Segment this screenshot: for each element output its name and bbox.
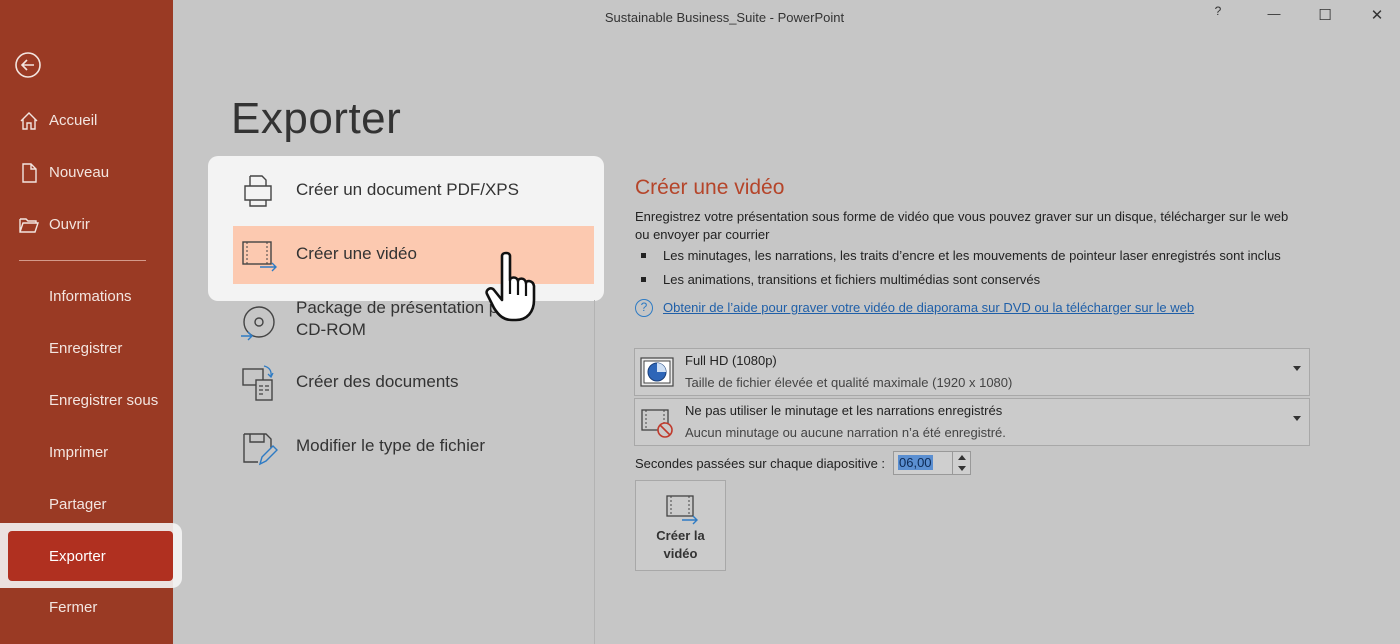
sidebar-divider bbox=[19, 260, 146, 261]
seconds-input[interactable]: 06,00 bbox=[893, 451, 953, 475]
bullet-dot bbox=[641, 253, 646, 258]
back-arrow-icon[interactable] bbox=[14, 51, 42, 79]
sidebar-item-label: Exporter bbox=[49, 547, 106, 565]
sidebar-item-partager[interactable]: Partager bbox=[0, 484, 173, 524]
sidebar-item-fermer[interactable]: Fermer bbox=[0, 587, 173, 627]
option-create-handouts[interactable]: Créer des documents bbox=[236, 358, 596, 408]
dropdown-sub-text: Aucun minutage ou aucune narration n’a é… bbox=[685, 425, 1006, 440]
sidebar-item-enregistrer[interactable]: Enregistrer bbox=[0, 328, 173, 368]
bullet-text: Les minutages, les narrations, les trait… bbox=[663, 248, 1281, 263]
sidebar-item-label: Nouveau bbox=[49, 163, 110, 181]
new-document-icon bbox=[22, 163, 37, 183]
sidebar-item-informations[interactable]: Informations bbox=[0, 276, 173, 316]
home-icon bbox=[20, 112, 38, 130]
change-file-type-icon bbox=[243, 433, 278, 466]
create-video-button[interactable]: Créer la vidéo bbox=[635, 480, 726, 571]
pdf-document-icon bbox=[244, 175, 272, 207]
option-label: Créer des documents bbox=[296, 372, 459, 391]
detail-description: Enregistrez votre présentation sous form… bbox=[635, 209, 1289, 242]
option-package-cd[interactable]: Package de présentation pour CD-ROM bbox=[236, 296, 596, 346]
video-icon bbox=[242, 241, 277, 272]
option-create-video[interactable]: Créer une vidéo bbox=[236, 230, 596, 280]
sidebar-item-label: Informations bbox=[49, 287, 132, 305]
video-quality-dropdown[interactable]: Full HD (1080p) Taille de fichier élevée… bbox=[634, 348, 1310, 396]
dropdown-arrow-icon bbox=[1293, 366, 1301, 371]
sidebar-item-label: Imprimer bbox=[49, 443, 109, 461]
sidebar-item-enregistrer-sous[interactable]: Enregistrer sous bbox=[0, 380, 173, 420]
video-icon bbox=[666, 495, 698, 525]
timing-dropdown[interactable]: Ne pas utiliser le minutage et les narra… bbox=[634, 398, 1310, 446]
page-title: Exporter bbox=[231, 94, 402, 143]
cd-rom-icon bbox=[241, 306, 275, 341]
sidebar-item-label: Enregistrer bbox=[49, 339, 123, 357]
window-title: Sustainable Business_Suite - PowerPoint bbox=[604, 10, 845, 25]
option-label: Créer un document PDF/XPS bbox=[296, 180, 519, 199]
detail-title: Créer une vidéo bbox=[635, 176, 785, 199]
option-change-file-type[interactable]: Modifier le type de fichier bbox=[236, 422, 596, 472]
sidebar-item-accueil[interactable]: Accueil bbox=[0, 100, 173, 140]
sidebar-item-label: Enregistrer sous bbox=[49, 391, 159, 409]
panel-divider bbox=[594, 300, 595, 644]
hand-pointer-cursor-icon bbox=[485, 251, 536, 322]
sidebar-item-nouveau[interactable]: Nouveau bbox=[0, 152, 173, 192]
sidebar-item-ouvrir[interactable]: Ouvrir bbox=[0, 204, 173, 244]
dropdown-arrow-icon bbox=[1293, 416, 1301, 421]
spin-up-icon[interactable] bbox=[958, 455, 966, 460]
maximize-button[interactable]: ☐ bbox=[1313, 6, 1337, 30]
seconds-label: Secondes passées sur chaque diapositive … bbox=[635, 456, 886, 471]
spin-down-icon[interactable] bbox=[958, 466, 966, 471]
help-link-text[interactable]: Obtenir de l’aide pour graver votre vidé… bbox=[663, 300, 1194, 315]
sidebar-item-label: Partager bbox=[49, 495, 107, 513]
dropdown-sub-text: Taille de fichier élevée et qualité maxi… bbox=[685, 375, 1013, 390]
dropdown-main-text: Full HD (1080p) bbox=[685, 353, 777, 368]
sidebar-item-label: Fermer bbox=[49, 598, 98, 616]
handouts-icon bbox=[242, 365, 274, 401]
dropdown-main-text: Ne pas utiliser le minutage et les narra… bbox=[685, 403, 1003, 418]
sidebar-item-exporter[interactable]: Exporter bbox=[0, 536, 173, 576]
close-button[interactable]: ✕ bbox=[1365, 6, 1389, 30]
seconds-value: 06,00 bbox=[898, 455, 933, 470]
folder-open-icon bbox=[19, 218, 39, 233]
help-circle-icon: ? bbox=[635, 299, 653, 317]
sidebar-item-label: Accueil bbox=[49, 111, 98, 129]
create-video-label: Créer la vidéo bbox=[656, 528, 705, 561]
seconds-spinner[interactable] bbox=[952, 451, 971, 475]
sidebar-item-label: Ouvrir bbox=[49, 215, 90, 233]
no-timing-icon bbox=[641, 409, 673, 438]
help-button[interactable]: ? bbox=[1208, 4, 1228, 28]
presentation-quality-icon bbox=[640, 357, 674, 387]
bullet-text: Les animations, transitions et fichiers … bbox=[663, 272, 1041, 287]
option-label: Créer une vidéo bbox=[296, 244, 417, 263]
sidebar-item-imprimer[interactable]: Imprimer bbox=[0, 432, 173, 472]
minimize-button[interactable]: — bbox=[1262, 6, 1286, 30]
option-label: Modifier le type de fichier bbox=[296, 436, 485, 455]
bullet-dot bbox=[641, 277, 646, 282]
option-create-pdf-xps[interactable]: Créer un document PDF/XPS bbox=[236, 166, 596, 216]
